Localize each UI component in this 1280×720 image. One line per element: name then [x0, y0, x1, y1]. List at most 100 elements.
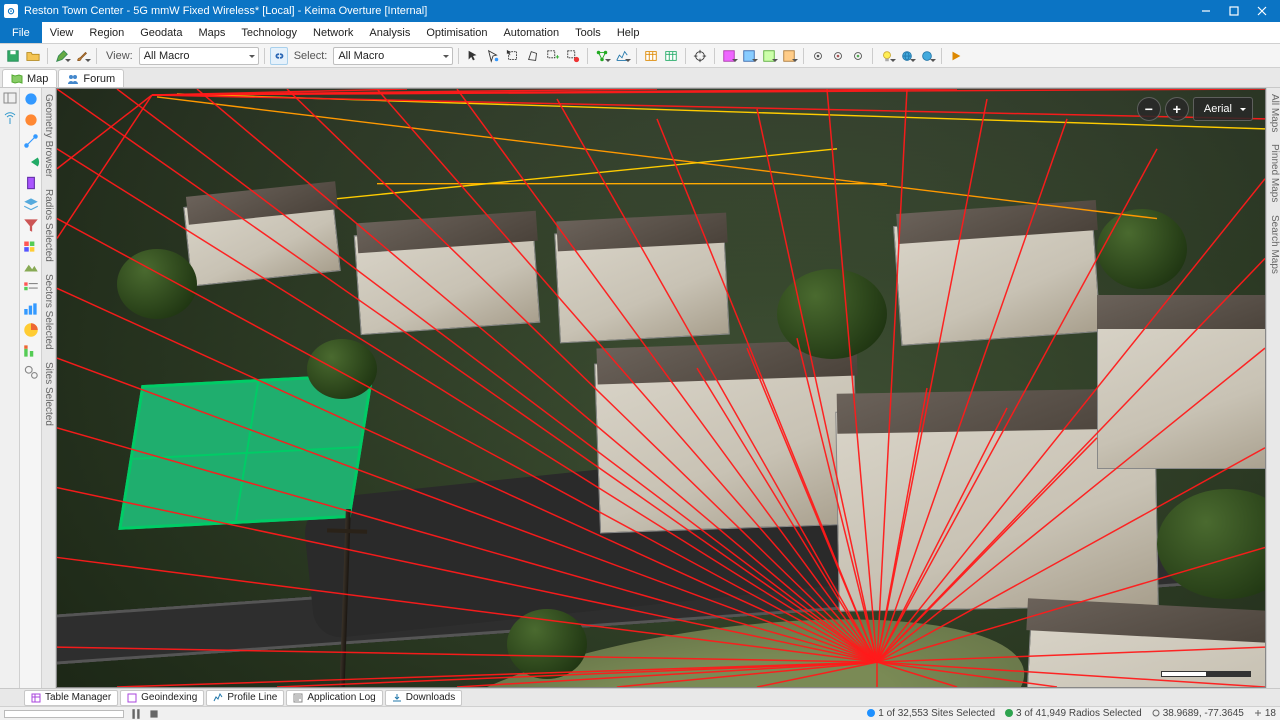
lt-legend-icon[interactable] [22, 279, 40, 297]
toolbar: View: All Macro Select: All Macro [0, 44, 1280, 68]
globe-a-icon[interactable] [898, 47, 916, 65]
select-poly-icon[interactable] [524, 47, 542, 65]
lt-terrain-icon[interactable] [22, 258, 40, 276]
lt-palette-icon[interactable] [22, 237, 40, 255]
grid-b-icon[interactable] [740, 47, 758, 65]
network-nodes-icon[interactable] [593, 47, 611, 65]
btab-downloads[interactable]: Downloads [385, 690, 462, 706]
document-tabs: Map Forum [0, 68, 1280, 88]
zoom-in-button[interactable]: + [1165, 97, 1189, 121]
lt-link-icon[interactable] [22, 132, 40, 150]
menu-technology[interactable]: Technology [233, 22, 305, 43]
tab-forum[interactable]: Forum [58, 69, 124, 87]
lt-filter-icon[interactable] [22, 216, 40, 234]
target-icon[interactable] [691, 47, 709, 65]
btab-table-manager[interactable]: Table Manager [24, 690, 118, 706]
right-panel-tabs: All Maps Pinned Maps Search Maps [1266, 88, 1280, 688]
table-orange-icon[interactable] [642, 47, 660, 65]
lt-site-orange-icon[interactable] [22, 111, 40, 129]
link-icon[interactable] [270, 47, 288, 65]
map-viewport[interactable]: − + Aerial [56, 88, 1266, 688]
stop-button[interactable] [148, 709, 160, 719]
app-icon: ⊙ [4, 4, 18, 18]
lt-site-blue-icon[interactable] [22, 90, 40, 108]
status-bar: 1 of 32,553 Sites Selected 3 of 41,949 R… [0, 706, 1280, 720]
btab-geoindexing[interactable]: Geoindexing [120, 690, 204, 706]
panel-geometry-browser[interactable]: Geometry Browser [43, 88, 54, 183]
titlebar: ⊙ Reston Town Center - 5G mmW Fixed Wire… [0, 0, 1280, 22]
pointer-icon[interactable] [464, 47, 482, 65]
brush-icon[interactable] [73, 47, 91, 65]
panel-search-maps[interactable]: Search Maps [1267, 209, 1280, 280]
menu-maps[interactable]: Maps [190, 22, 233, 43]
play-run-icon[interactable] [947, 47, 965, 65]
map-icon [11, 73, 23, 85]
grid-d-icon[interactable] [780, 47, 798, 65]
basemap-dropdown[interactable]: Aerial [1193, 97, 1253, 121]
panel-radios-selected[interactable]: Radios Selected [43, 183, 54, 268]
edit-pencil-icon[interactable] [53, 47, 71, 65]
panel-sites-selected[interactable]: Sites Selected [43, 356, 54, 432]
menu-network[interactable]: Network [305, 22, 361, 43]
zoom-out-button[interactable]: − [1137, 97, 1161, 121]
tab-map[interactable]: Map [2, 69, 57, 87]
panel-sectors-selected[interactable]: Sectors Selected [43, 268, 54, 356]
menu-file[interactable]: File [0, 22, 42, 43]
grid-a-icon[interactable] [720, 47, 738, 65]
pause-button[interactable] [130, 709, 142, 719]
table-green-icon[interactable] [662, 47, 680, 65]
minimize-button[interactable] [1192, 0, 1220, 22]
select-remove-icon[interactable] [564, 47, 582, 65]
menu-view[interactable]: View [42, 22, 82, 43]
menu-region[interactable]: Region [81, 22, 132, 43]
lt-radio-icon[interactable] [22, 174, 40, 192]
btab-profile-line[interactable]: Profile Line [206, 690, 284, 706]
grid-c-icon[interactable] [760, 47, 778, 65]
menu-help[interactable]: Help [609, 22, 648, 43]
maximize-button[interactable] [1220, 0, 1248, 22]
select-rect-icon[interactable] [504, 47, 522, 65]
save-icon[interactable] [4, 47, 22, 65]
lt-pie-icon[interactable] [22, 321, 40, 339]
select-add-icon[interactable] [544, 47, 562, 65]
panel-pinned-maps[interactable]: Pinned Maps [1267, 138, 1280, 208]
menu-geodata[interactable]: Geodata [132, 22, 190, 43]
select-point-icon[interactable] [484, 47, 502, 65]
menu-bar: File View Region Geodata Maps Technology… [0, 22, 1280, 44]
bulb-icon[interactable] [878, 47, 896, 65]
lt-gears-icon[interactable] [22, 363, 40, 381]
gear-a-icon[interactable] [809, 47, 827, 65]
status-sites: 1 of 32,553 Sites Selected [867, 708, 995, 719]
close-button[interactable] [1248, 0, 1276, 22]
lt-barstacked-icon[interactable] [22, 342, 40, 360]
view-filter-dropdown[interactable]: All Macro [139, 47, 259, 65]
scale-bar [1161, 671, 1251, 677]
lt-layer-a-icon[interactable] [22, 195, 40, 213]
menu-analysis[interactable]: Analysis [361, 22, 418, 43]
aerial-scene [57, 89, 1265, 687]
select-label: Select: [294, 50, 328, 62]
menu-automation[interactable]: Automation [495, 22, 567, 43]
progress-bar [4, 710, 124, 718]
globe-b-icon[interactable] [918, 47, 936, 65]
rail-collapse-icon[interactable] [2, 90, 18, 106]
panel-all-maps[interactable]: All Maps [1267, 88, 1280, 138]
menu-optimisation[interactable]: Optimisation [418, 22, 495, 43]
gear-b-icon[interactable] [829, 47, 847, 65]
status-radios: 3 of 41,949 Radios Selected [1005, 708, 1142, 719]
status-coords: 38.9689, -77.3645 [1152, 708, 1244, 719]
people-icon [67, 73, 79, 85]
select-filter-dropdown[interactable]: All Macro [333, 47, 453, 65]
rail-antenna-icon[interactable] [2, 110, 18, 126]
btab-application-log[interactable]: Application Log [286, 690, 382, 706]
open-folder-icon[interactable] [24, 47, 42, 65]
side-panel-tabs: Geometry Browser Radios Selected Sectors… [42, 88, 56, 688]
left-rail [0, 88, 20, 688]
lt-chart-icon[interactable] [22, 300, 40, 318]
lt-sector-icon[interactable] [22, 153, 40, 171]
profile-graph-icon[interactable] [613, 47, 631, 65]
status-zoom: 18 [1254, 708, 1276, 719]
menu-tools[interactable]: Tools [567, 22, 609, 43]
gear-c-icon[interactable] [849, 47, 867, 65]
window-title: Reston Town Center - 5G mmW Fixed Wirele… [24, 5, 1192, 17]
